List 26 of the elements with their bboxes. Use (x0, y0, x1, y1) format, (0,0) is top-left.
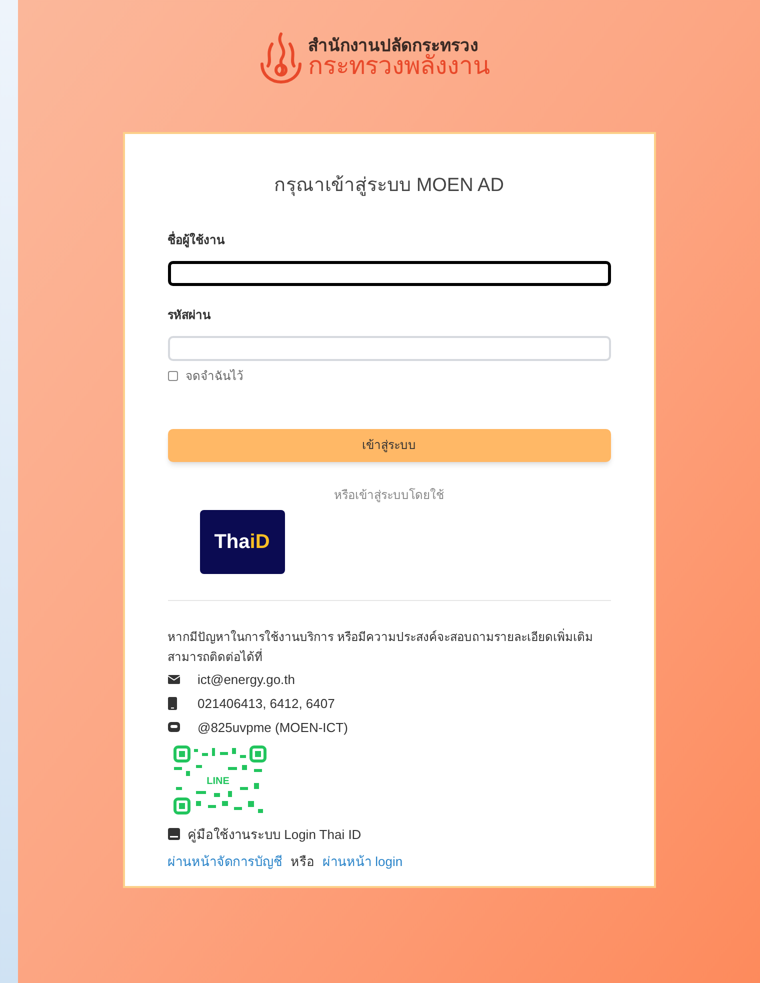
envelope-icon (168, 675, 180, 684)
username-field[interactable] (168, 260, 610, 286)
flame-logo-icon (258, 30, 304, 86)
line-qr-code: LINE (168, 742, 268, 816)
organization-name: สำนักงานปลัดกระทรวง (308, 37, 478, 54)
contact-text: 021406413, 6412, 6407 (198, 694, 335, 713)
login-button[interactable]: เข้าสู่ระบบ (168, 428, 610, 462)
contact-text: ict@energy.go.th (198, 670, 296, 689)
link[interactable]: ผ่านหน้าจัดการบัญชี (168, 852, 282, 872)
link[interactable]: ผ่านหน้า login (322, 852, 403, 872)
remember-checkbox[interactable] (168, 370, 178, 380)
separator-text: หรือ (290, 853, 314, 871)
alternative-login-text: หรือเข้าสู่ระบบโดยใช้ (333, 486, 445, 504)
password-field[interactable] (168, 336, 610, 360)
chat-bubble-icon (168, 722, 180, 733)
login-title: กรุณาเข้าสู่ระบบ MOEN AD (273, 174, 505, 198)
help-text: หากมีปัญหาในการใช้งานบริการ หรือมีความประสงค์จะสอบถามรายละเอียดเพิ่มเติม สามารถติดต่อได้ที่ (168, 628, 594, 666)
thai-id-login-button[interactable]: ThaiD (200, 510, 284, 574)
book-icon (168, 828, 180, 840)
field-label: รหัสผ่าน (168, 306, 212, 324)
ministry-name: กระทรวงพลังงาน (308, 54, 490, 79)
remember-label: จดจำฉันไว้ (186, 368, 244, 384)
manual-link[interactable]: คู่มือใช้งานระบบ Login Thai ID (188, 824, 362, 844)
contact-text: @825uvpme (MOEN-ICT) (198, 718, 348, 737)
phone-icon (168, 697, 176, 710)
field-label: ชื่อผู้ใช้งาน (168, 230, 226, 248)
